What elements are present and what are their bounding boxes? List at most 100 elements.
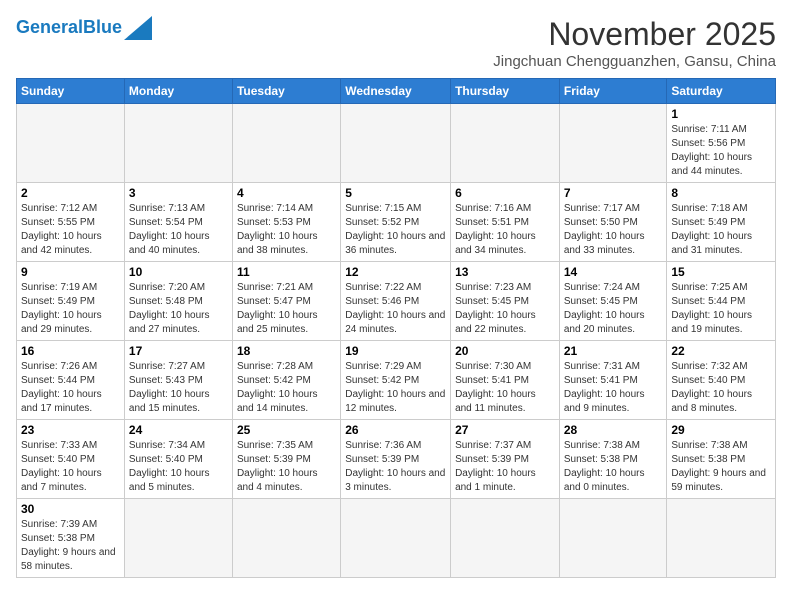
day-info: Sunrise: 7:27 AM Sunset: 5:43 PM Dayligh…: [129, 360, 228, 416]
day-number: 22: [671, 344, 771, 358]
day-number: 5: [345, 186, 446, 200]
calendar-cell: 19 Sunrise: 7:29 AM Sunset: 5:42 PM Dayli…: [341, 341, 451, 420]
calendar-cell: 2 Sunrise: 7:12 AM Sunset: 5:55 PM Daylig…: [17, 183, 125, 262]
calendar-cell: 24 Sunrise: 7:34 AM Sunset: 5:40 PM Dayli…: [124, 420, 232, 499]
day-info: Sunrise: 7:12 AM Sunset: 5:55 PM Dayligh…: [21, 202, 120, 258]
day-info: Sunrise: 7:11 AM Sunset: 5:56 PM Dayligh…: [671, 123, 771, 179]
calendar-week-row: 1 Sunrise: 7:11 AM Sunset: 5:56 PM Daylig…: [17, 104, 776, 183]
day-info: Sunrise: 7:34 AM Sunset: 5:40 PM Dayligh…: [129, 439, 228, 495]
day-info: Sunrise: 7:14 AM Sunset: 5:53 PM Dayligh…: [237, 202, 336, 258]
weekday-header-wednesday: Wednesday: [341, 79, 451, 104]
calendar-cell: 26Sunrise: 7:36 AM Sunset: 5:39 PM Dayli…: [341, 420, 451, 499]
day-number: 21: [564, 344, 663, 358]
calendar-week-row: 16Sunrise: 7:26 AM Sunset: 5:44 PM Dayli…: [17, 341, 776, 420]
calendar-cell: [451, 499, 560, 578]
day-number: 6: [455, 186, 555, 200]
calendar-cell: 8 Sunrise: 7:18 AM Sunset: 5:49 PM Daylig…: [667, 183, 776, 262]
calendar-cell: 14Sunrise: 7:24 AM Sunset: 5:45 PM Dayli…: [559, 262, 667, 341]
month-title: November 2025: [493, 16, 776, 53]
day-number: 14: [564, 265, 663, 279]
day-number: 11: [237, 265, 336, 279]
logo: GeneralBlue: [16, 16, 152, 40]
day-info: Sunrise: 7:17 AM Sunset: 5:50 PM Dayligh…: [564, 202, 663, 258]
calendar-cell: 7 Sunrise: 7:17 AM Sunset: 5:50 PM Daylig…: [559, 183, 667, 262]
title-block: November 2025 Jingchuan Chengguanzhen, G…: [493, 16, 776, 70]
calendar-week-row: 9Sunrise: 7:19 AM Sunset: 5:49 PM Daylig…: [17, 262, 776, 341]
day-info: Sunrise: 7:36 AM Sunset: 5:39 PM Dayligh…: [345, 439, 446, 495]
day-info: Sunrise: 7:15 AM Sunset: 5:52 PM Dayligh…: [345, 202, 446, 258]
weekday-header-sunday: Sunday: [17, 79, 125, 104]
logo-general: General: [16, 17, 83, 37]
weekday-header-monday: Monday: [124, 79, 232, 104]
calendar-cell: 1 Sunrise: 7:11 AM Sunset: 5:56 PM Daylig…: [667, 104, 776, 183]
day-number: 12: [345, 265, 446, 279]
day-number: 25: [237, 423, 336, 437]
calendar-cell: 12 Sunrise: 7:22 AM Sunset: 5:46 PM Dayli…: [341, 262, 451, 341]
day-number: 8: [671, 186, 771, 200]
calendar-cell: [124, 499, 232, 578]
day-info: Sunrise: 7:29 AM Sunset: 5:42 PM Dayligh…: [345, 360, 446, 416]
weekday-header-thursday: Thursday: [451, 79, 560, 104]
calendar-cell: [232, 499, 340, 578]
day-number: 20: [455, 344, 555, 358]
calendar-cell: 18 Sunrise: 7:28 AM Sunset: 5:42 PM Dayli…: [232, 341, 340, 420]
day-info: Sunrise: 7:28 AM Sunset: 5:42 PM Dayligh…: [237, 360, 336, 416]
day-number: 23: [21, 423, 120, 437]
calendar-cell: 22 Sunrise: 7:32 AM Sunset: 5:40 PM Dayli…: [667, 341, 776, 420]
day-number: 1: [671, 107, 771, 121]
day-info: Sunrise: 7:30 AM Sunset: 5:41 PM Dayligh…: [455, 360, 555, 416]
day-number: 7: [564, 186, 663, 200]
weekday-header-row: SundayMondayTuesdayWednesdayThursdayFrid…: [17, 79, 776, 104]
weekday-header-tuesday: Tuesday: [232, 79, 340, 104]
calendar-cell: 13Sunrise: 7:23 AM Sunset: 5:45 PM Dayli…: [451, 262, 560, 341]
day-number: 13: [455, 265, 555, 279]
day-info: Sunrise: 7:18 AM Sunset: 5:49 PM Dayligh…: [671, 202, 771, 258]
calendar-cell: 15Sunrise: 7:25 AM Sunset: 5:44 PM Dayli…: [667, 262, 776, 341]
calendar-cell: 21 Sunrise: 7:31 AM Sunset: 5:41 PM Dayli…: [559, 341, 667, 420]
calendar-cell: 28Sunrise: 7:38 AM Sunset: 5:38 PM Dayli…: [559, 420, 667, 499]
calendar-week-row: 2 Sunrise: 7:12 AM Sunset: 5:55 PM Daylig…: [17, 183, 776, 262]
day-info: Sunrise: 7:35 AM Sunset: 5:39 PM Dayligh…: [237, 439, 336, 495]
calendar-cell: 20 Sunrise: 7:30 AM Sunset: 5:41 PM Dayli…: [451, 341, 560, 420]
calendar-cell: [341, 499, 451, 578]
day-number: 10: [129, 265, 228, 279]
day-info: Sunrise: 7:38 AM Sunset: 5:38 PM Dayligh…: [671, 439, 771, 495]
calendar-cell: [124, 104, 232, 183]
day-number: 19: [345, 344, 446, 358]
weekday-header-saturday: Saturday: [667, 79, 776, 104]
day-number: 4: [237, 186, 336, 200]
day-info: Sunrise: 7:26 AM Sunset: 5:44 PM Dayligh…: [21, 360, 120, 416]
calendar-cell: 4 Sunrise: 7:14 AM Sunset: 5:53 PM Daylig…: [232, 183, 340, 262]
day-info: Sunrise: 7:38 AM Sunset: 5:38 PM Dayligh…: [564, 439, 663, 495]
calendar-cell: [232, 104, 340, 183]
day-info: Sunrise: 7:31 AM Sunset: 5:41 PM Dayligh…: [564, 360, 663, 416]
calendar-cell: [667, 499, 776, 578]
day-number: 30: [21, 502, 120, 516]
calendar-week-row: 30 Sunrise: 7:39 AM Sunset: 5:38 PM Dayli…: [17, 499, 776, 578]
day-number: 24: [129, 423, 228, 437]
day-info: Sunrise: 7:16 AM Sunset: 5:51 PM Dayligh…: [455, 202, 555, 258]
day-info: Sunrise: 7:39 AM Sunset: 5:38 PM Dayligh…: [21, 518, 120, 574]
day-info: Sunrise: 7:37 AM Sunset: 5:39 PM Dayligh…: [455, 439, 555, 495]
day-number: 27: [455, 423, 555, 437]
calendar-cell: 11Sunrise: 7:21 AM Sunset: 5:47 PM Dayli…: [232, 262, 340, 341]
calendar-cell: 5 Sunrise: 7:15 AM Sunset: 5:52 PM Daylig…: [341, 183, 451, 262]
calendar-cell: [17, 104, 125, 183]
day-number: 18: [237, 344, 336, 358]
day-number: 29: [671, 423, 771, 437]
logo-text: GeneralBlue: [16, 18, 122, 38]
day-info: Sunrise: 7:13 AM Sunset: 5:54 PM Dayligh…: [129, 202, 228, 258]
day-info: Sunrise: 7:22 AM Sunset: 5:46 PM Dayligh…: [345, 281, 446, 337]
day-number: 2: [21, 186, 120, 200]
calendar-cell: 29 Sunrise: 7:38 AM Sunset: 5:38 PM Dayli…: [667, 420, 776, 499]
day-number: 15: [671, 265, 771, 279]
calendar-cell: [341, 104, 451, 183]
day-info: Sunrise: 7:19 AM Sunset: 5:49 PM Dayligh…: [21, 281, 120, 337]
calendar-cell: 25 Sunrise: 7:35 AM Sunset: 5:39 PM Dayli…: [232, 420, 340, 499]
logo-blue: Blue: [83, 17, 122, 37]
calendar-cell: [559, 104, 667, 183]
calendar-cell: [559, 499, 667, 578]
day-info: Sunrise: 7:32 AM Sunset: 5:40 PM Dayligh…: [671, 360, 771, 416]
day-number: 3: [129, 186, 228, 200]
calendar-cell: 23Sunrise: 7:33 AM Sunset: 5:40 PM Dayli…: [17, 420, 125, 499]
